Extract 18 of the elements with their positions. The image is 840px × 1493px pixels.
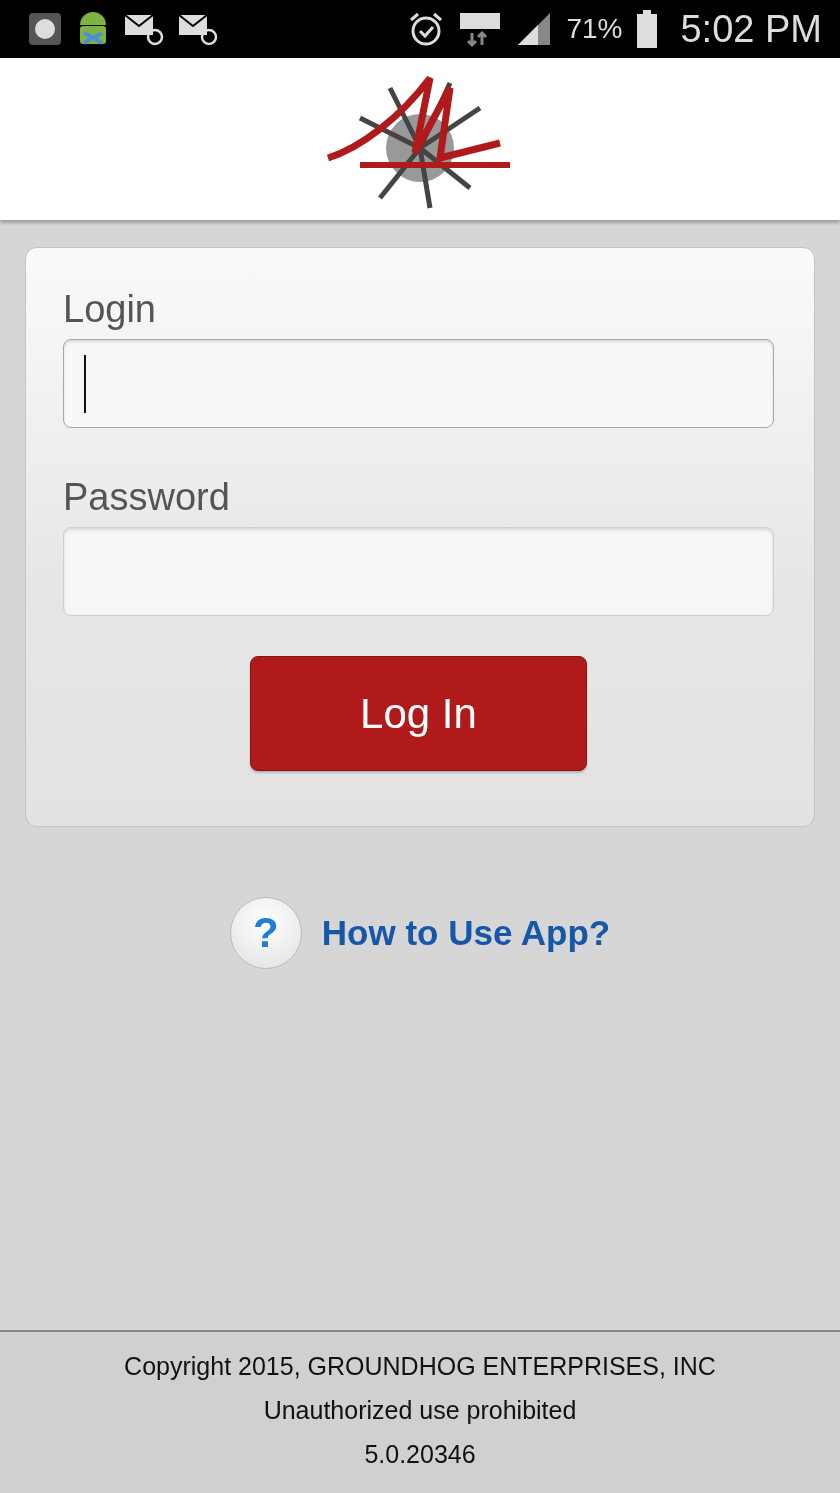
email-icon [178,12,218,46]
alarm-icon [408,11,445,47]
clock: 5:02 PM [680,7,822,51]
email-icon [124,12,164,46]
footer-text: 5.0.20346 [364,1442,476,1467]
login-button[interactable]: Log In [250,656,587,771]
footer-text: Copyright 2015, GROUNDHOG ENTERPRISES, INC [124,1354,716,1379]
field-label: Login [63,288,156,331]
footer-text: Unauthorized use prohibited [263,1398,577,1423]
help-icon[interactable]: ? [229,897,302,969]
battery-icon [636,10,659,48]
field-label: Password [63,476,230,519]
help-link[interactable]: How to Use App? [321,913,611,953]
input-field[interactable] [63,527,774,616]
input-field[interactable] [63,339,774,428]
battery-percentage: 71% [566,13,623,45]
app-notification-icon [28,12,62,46]
signal-icon [516,11,553,47]
